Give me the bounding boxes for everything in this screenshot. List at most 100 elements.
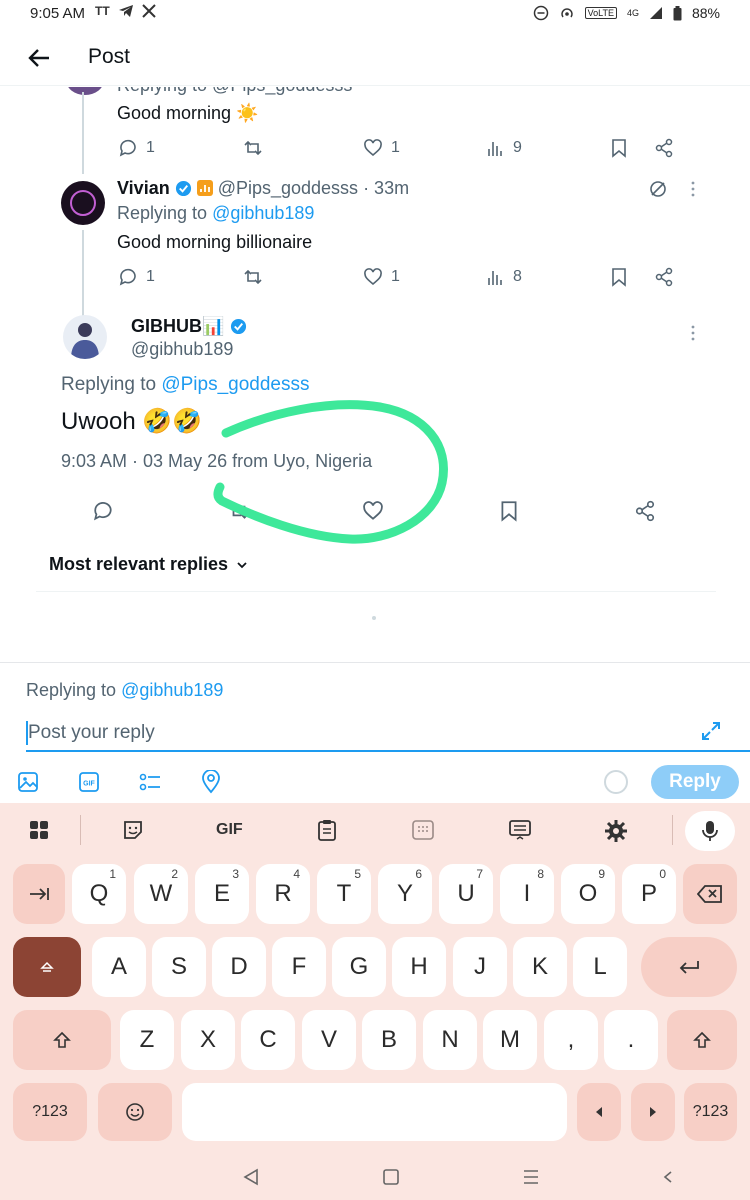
bookmark-action[interactable]	[610, 138, 628, 158]
symbols-key-right[interactable]: ?123	[684, 1083, 737, 1141]
shift-key-right[interactable]	[667, 1010, 737, 1070]
key-v[interactable]: V	[302, 1010, 356, 1070]
repost-action[interactable]	[243, 138, 263, 158]
keyboard-hide-icon[interactable]	[662, 1170, 674, 1184]
emoji-icon	[126, 1103, 144, 1121]
key-x[interactable]: X	[181, 1010, 235, 1070]
poll-icon[interactable]	[138, 771, 162, 793]
main-replying-handle[interactable]: @Pips_goddesss	[161, 374, 309, 395]
key-r[interactable]: R4	[256, 864, 310, 924]
settings-gear-icon[interactable]	[604, 819, 628, 843]
key-y[interactable]: Y6	[378, 864, 432, 924]
key-n[interactable]: N	[423, 1010, 477, 1070]
network-type: 4G	[626, 8, 639, 18]
cursor-left-key[interactable]	[577, 1083, 621, 1141]
key-j[interactable]: J	[453, 937, 507, 997]
avatar-vivian[interactable]	[61, 181, 105, 225]
key-s[interactable]: S	[152, 937, 206, 997]
expand-icon[interactable]	[700, 720, 722, 742]
tweet-top-actions: 1 1 9	[0, 138, 750, 162]
reply-placeholder: Post your reply	[28, 722, 155, 743]
compose-replying-handle[interactable]: @gibhub189	[121, 680, 223, 700]
key-f[interactable]: F	[272, 937, 326, 997]
key-p[interactable]: P0	[622, 864, 676, 924]
shift-key-left[interactable]	[13, 1010, 111, 1070]
key-t[interactable]: T5	[317, 864, 371, 924]
views-action[interactable]: 9	[487, 138, 522, 158]
location-icon[interactable]	[201, 770, 221, 794]
keyboard-icon[interactable]	[508, 819, 532, 841]
grok-icon[interactable]	[648, 179, 668, 199]
key-q[interactable]: Q1	[72, 864, 126, 924]
share-action[interactable]	[654, 267, 674, 287]
apps-grid-icon[interactable]	[28, 819, 50, 841]
sticker-icon[interactable]	[122, 819, 144, 841]
key-i[interactable]: I8	[500, 864, 554, 924]
back-arrow-icon	[28, 49, 49, 67]
share-action[interactable]	[634, 500, 656, 522]
cursor-right-key[interactable]	[631, 1083, 675, 1141]
like-action[interactable]: 1	[363, 138, 400, 158]
back-nav-icon[interactable]	[242, 1168, 260, 1186]
tt-app-icon: TT	[95, 4, 110, 18]
gibhub-name[interactable]: GIBHUB📊	[131, 316, 224, 337]
like-action[interactable]: 1	[363, 267, 400, 287]
clipboard-icon[interactable]	[316, 818, 338, 842]
compose-toolbar: GIF	[0, 768, 750, 798]
recents-nav-icon[interactable]	[522, 1168, 540, 1186]
key-l[interactable]: L	[573, 937, 627, 997]
views-action[interactable]: 8	[487, 267, 522, 287]
backspace-key[interactable]	[683, 864, 737, 924]
sort-dropdown[interactable]: Most relevant replies	[49, 554, 248, 575]
number-pad-icon[interactable]	[411, 819, 435, 841]
gibhub-handle[interactable]: @gibhub189	[131, 339, 233, 360]
caps-lock-key[interactable]	[13, 937, 81, 997]
key-m[interactable]: M	[483, 1010, 537, 1070]
tweet-top[interactable]: Replying to @Pips_goddesss	[0, 87, 750, 177]
back-button[interactable]	[26, 44, 54, 72]
key-g[interactable]: G	[332, 937, 386, 997]
emoji-key[interactable]	[98, 1083, 172, 1141]
microphone-icon[interactable]	[685, 811, 735, 851]
bookmark-action[interactable]	[610, 267, 628, 287]
main-tweet-text: Uwooh 🤣🤣	[61, 408, 203, 435]
key-c[interactable]: C	[241, 1010, 295, 1070]
highlight-scribble	[213, 400, 448, 544]
vivian-name[interactable]: Vivian	[117, 178, 170, 199]
key-u[interactable]: U7	[439, 864, 493, 924]
vivian-replying-handle[interactable]: @gibhub189	[212, 203, 314, 223]
reply-action[interactable]: 1	[118, 138, 155, 158]
space-key[interactable]	[182, 1083, 567, 1141]
key-d[interactable]: D	[212, 937, 266, 997]
key-b[interactable]: B	[362, 1010, 416, 1070]
share-action[interactable]	[654, 138, 674, 158]
bookmark-action[interactable]	[499, 500, 519, 522]
tab-key[interactable]	[13, 864, 65, 924]
enter-key[interactable]	[641, 937, 737, 997]
reply-action[interactable]	[92, 500, 114, 522]
reply-action[interactable]: 1	[118, 267, 155, 287]
key-period[interactable]: .	[604, 1010, 658, 1070]
key-z[interactable]: Z	[120, 1010, 174, 1070]
vivian-handle[interactable]: @Pips_goddesss	[218, 178, 358, 199]
key-h[interactable]: H	[392, 937, 446, 997]
key-a[interactable]: A	[92, 937, 146, 997]
key-e[interactable]: E3	[195, 864, 249, 924]
loading-dot	[372, 616, 376, 620]
key-k[interactable]: K	[513, 937, 567, 997]
reply-button[interactable]: Reply	[651, 765, 739, 799]
reply-input[interactable]: Post your reply	[26, 718, 686, 748]
more-options-icon[interactable]	[690, 325, 696, 341]
key-o[interactable]: O9	[561, 864, 615, 924]
image-icon[interactable]	[17, 771, 39, 793]
repost-action[interactable]	[243, 267, 263, 287]
key-w[interactable]: W2	[134, 864, 188, 924]
gif-button[interactable]: GIF	[216, 821, 243, 839]
more-options-icon[interactable]	[690, 181, 696, 197]
avatar-gibhub[interactable]	[63, 315, 107, 359]
symbols-key-left[interactable]: ?123	[13, 1083, 87, 1141]
home-nav-icon[interactable]	[382, 1168, 400, 1186]
key-comma[interactable]: ,	[544, 1010, 598, 1070]
share-icon	[655, 267, 673, 287]
gif-icon[interactable]: GIF	[78, 771, 100, 793]
